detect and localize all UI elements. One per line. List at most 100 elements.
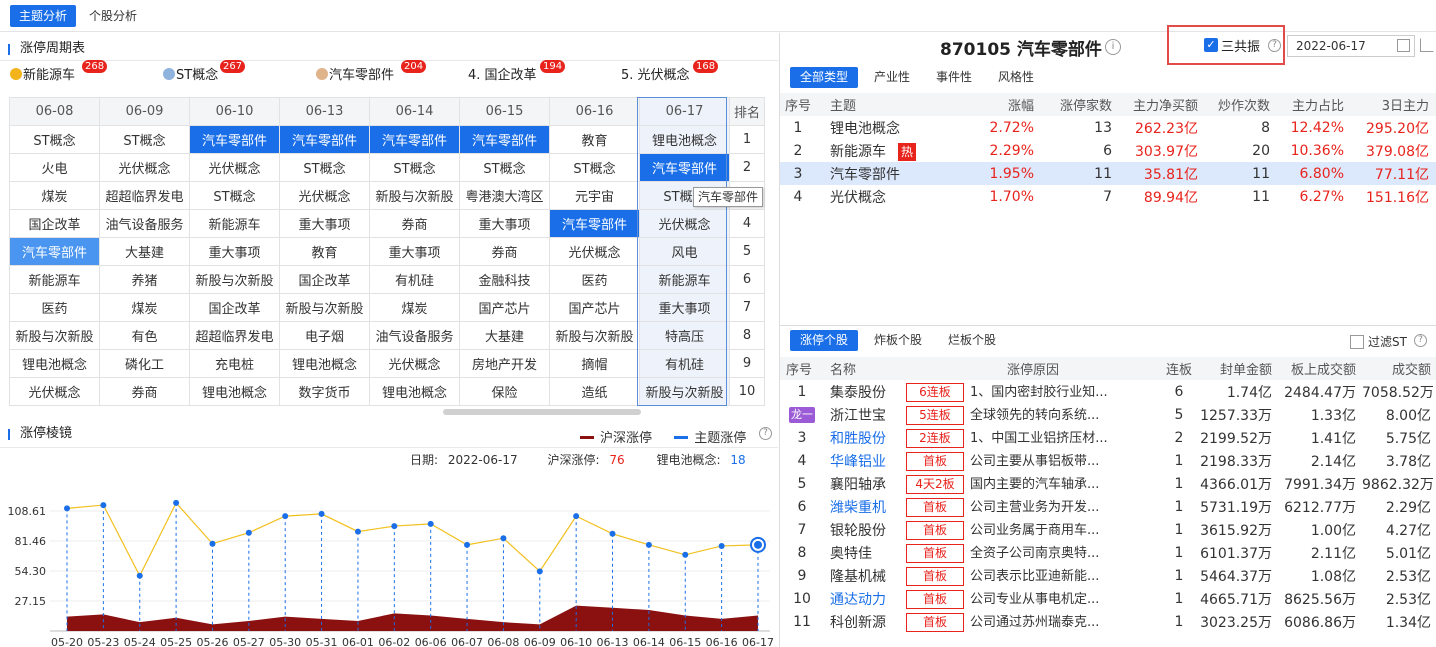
date-header[interactable]: 06-16 [549, 97, 640, 126]
cycle-cell[interactable]: 锂电池概念 [279, 349, 370, 378]
cycle-cell[interactable]: 锂电池概念 [9, 349, 100, 378]
topic-point[interactable] [173, 499, 180, 506]
tab-topic-analysis[interactable]: 主题分析 [10, 5, 77, 27]
cycle-cell[interactable]: 医药 [9, 293, 100, 322]
cycle-cell[interactable]: 粤港澳大湾区 [459, 181, 550, 210]
top-topic-item[interactable]: 4. 国企改革 194 [468, 60, 566, 86]
date-picker[interactable]: 2022-06-17 [1287, 35, 1415, 57]
topic-point[interactable] [682, 551, 689, 558]
cycle-cell[interactable]: 数字货币 [279, 377, 370, 406]
top-topic-item[interactable]: 5. 光伏概念 168 [621, 60, 719, 86]
topic-row[interactable]: 4 光伏概念 1.70% 7 89.94亿 11 6.27% 151.16亿 [780, 185, 1436, 208]
stock-col-header[interactable]: 板上成交额 [1278, 357, 1362, 380]
cycle-cell[interactable]: 新股与次新股 [189, 265, 280, 294]
stock-name-text[interactable]: 通达动力 [830, 592, 886, 608]
topic-point[interactable] [318, 510, 325, 517]
cycle-cell[interactable]: 汽车零部件 [549, 209, 640, 238]
stock-col-header[interactable]: 序号 [780, 357, 824, 380]
tab-stock-analysis[interactable]: 个股分析 [80, 5, 146, 27]
cycle-cell[interactable]: 教育 [549, 125, 640, 154]
cycle-cell[interactable]: 锂电池概念 [369, 377, 460, 406]
stock-row[interactable]: 龙一 浙江世宝 5连板 全球领先的转向系统... 5 1257.33万 1.33亿 8.00亿 [780, 403, 1436, 426]
cycle-cell[interactable]: 超超临界发电 [189, 321, 280, 350]
stock-tab[interactable]: 炸板个股 [864, 330, 932, 351]
stock-row[interactable]: 8 奥特佳 首板 全资子公司南京奥特... 1 6101.37万 2.11亿 5.01亿 [780, 541, 1436, 564]
cycle-cell[interactable]: 重大事项 [639, 293, 730, 322]
cycle-cell[interactable]: 重大事项 [279, 209, 370, 238]
date-header[interactable]: 06-13 [279, 97, 370, 126]
topic-point[interactable] [64, 505, 70, 512]
topic-col-header[interactable]: 涨停家数 [1042, 93, 1120, 116]
cycle-cell[interactable]: 汽车零部件 [279, 125, 370, 154]
stock-row[interactable]: 10 通达动力 首板 公司专业从事电机定... 1 4665.71万 8625.56万 2.5… [780, 587, 1436, 610]
top-topic-item[interactable]: 汽车零部件 204 [316, 60, 427, 86]
topic-col-header[interactable]: 涨幅 [966, 93, 1042, 116]
topic-point[interactable] [282, 513, 289, 520]
selected-point[interactable] [754, 540, 762, 549]
cycle-cell[interactable]: ST概念 [549, 153, 640, 182]
horizontal-scrollbar[interactable] [443, 409, 641, 415]
type-tab[interactable]: 风格性 [988, 67, 1044, 88]
cycle-cell[interactable]: 锂电池概念 [189, 377, 280, 406]
stock-row[interactable]: 4 华峰铝业 首板 公司主要从事铝板带... 1 2198.33万 2.14亿 3.78亿 [780, 449, 1436, 472]
cycle-cell[interactable]: 超超临界发电 [99, 181, 190, 210]
cycle-cell[interactable]: 重大事项 [459, 209, 550, 238]
cycle-cell[interactable]: ST概念 [279, 153, 370, 182]
top-topic-item[interactable]: ST概念 267 [163, 60, 246, 86]
cycle-cell[interactable]: 券商 [369, 209, 460, 238]
cycle-cell[interactable]: 光伏概念 [639, 209, 730, 238]
cycle-cell[interactable]: 房地产开发 [459, 349, 550, 378]
cycle-cell[interactable]: 汽车零部件 [459, 125, 550, 154]
stock-row[interactable]: 11 科创新源 首板 公司通过苏州瑞泰克... 1 3023.25万 6086.86万 1.3… [780, 610, 1436, 633]
cycle-cell[interactable]: 新股与次新股 [549, 321, 640, 350]
stock-tab[interactable]: 烂板个股 [938, 330, 1006, 351]
cycle-cell[interactable]: 新股与次新股 [369, 181, 460, 210]
cycle-cell[interactable]: 券商 [459, 237, 550, 266]
topic-point[interactable] [609, 530, 616, 537]
cycle-cell[interactable]: 医药 [549, 265, 640, 294]
export-icon[interactable] [1420, 38, 1434, 52]
topic-col-header[interactable]: 3日主力 [1352, 93, 1436, 116]
topic-col-header[interactable]: 主题 [824, 93, 966, 116]
cycle-cell[interactable]: 汽车零部件 [189, 125, 280, 154]
cycle-cell[interactable]: 光伏概念 [99, 153, 190, 182]
cycle-cell[interactable]: 国产芯片 [549, 293, 640, 322]
stock-row[interactable]: 5 襄阳轴承 4天2板 国内主要的汽车轴承... 1 4366.01万 7991.34万 98… [780, 472, 1436, 495]
cycle-cell[interactable]: 煤炭 [99, 293, 190, 322]
topic-point[interactable] [136, 572, 143, 579]
stock-name-text[interactable]: 集泰股份 [830, 385, 886, 401]
date-header[interactable]: 06-10 [189, 97, 280, 126]
stock-row[interactable]: 6 潍柴重机 首板 公司主营业务为开发... 1 5731.19万 6212.77万 2.29… [780, 495, 1436, 518]
cycle-cell[interactable]: 汽车零部件 [369, 125, 460, 154]
stock-tab[interactable]: 涨停个股 [790, 330, 859, 351]
help-icon[interactable]: ? [1414, 334, 1427, 347]
stock-row[interactable]: 1 集泰股份 6连板 1、国内密封胶行业知... 6 1.74亿 2484.47万 7058.… [780, 380, 1436, 403]
cycle-cell[interactable]: ST概念 [189, 181, 280, 210]
date-header[interactable]: 06-14 [369, 97, 460, 126]
stock-name-text[interactable]: 浙江世宝 [830, 408, 886, 424]
cycle-cell[interactable]: 大基建 [459, 321, 550, 350]
cycle-cell[interactable]: 汽车零部件 [9, 237, 100, 266]
cycle-cell[interactable]: 有机硅 [639, 349, 730, 378]
topic-point[interactable] [209, 540, 216, 547]
topic-col-header[interactable]: 主力占比 [1278, 93, 1352, 116]
cycle-cell[interactable]: 新股与次新股 [279, 293, 370, 322]
cycle-cell[interactable]: 新能源车 [639, 265, 730, 294]
cycle-cell[interactable]: 摘帽 [549, 349, 640, 378]
cycle-cell[interactable]: 光伏概念 [279, 181, 370, 210]
cycle-cell[interactable]: 光伏概念 [189, 153, 280, 182]
cycle-cell[interactable]: 有机硅 [369, 265, 460, 294]
topic-point[interactable] [391, 523, 398, 530]
topic-row[interactable]: 2 新能源车热 2.29% 6 303.97亿 20 10.36% 379.08亿 [780, 139, 1436, 162]
cycle-cell[interactable]: 火电 [9, 153, 100, 182]
cycle-cell[interactable]: 重大事项 [369, 237, 460, 266]
date-header[interactable]: 06-17 [639, 97, 730, 126]
stock-row[interactable]: 7 银轮股份 首板 公司业务属于商用车... 1 3615.92万 1.00亿 4.27亿 [780, 518, 1436, 541]
cycle-cell[interactable]: 新能源车 [189, 209, 280, 238]
date-header[interactable]: 06-15 [459, 97, 550, 126]
cycle-cell[interactable]: 国产芯片 [459, 293, 550, 322]
topic-col-header[interactable]: 序号 [780, 93, 824, 116]
cycle-cell[interactable]: 特高压 [639, 321, 730, 350]
type-tab[interactable]: 产业性 [864, 67, 920, 88]
stock-name-text[interactable]: 和胜股份 [830, 431, 886, 447]
